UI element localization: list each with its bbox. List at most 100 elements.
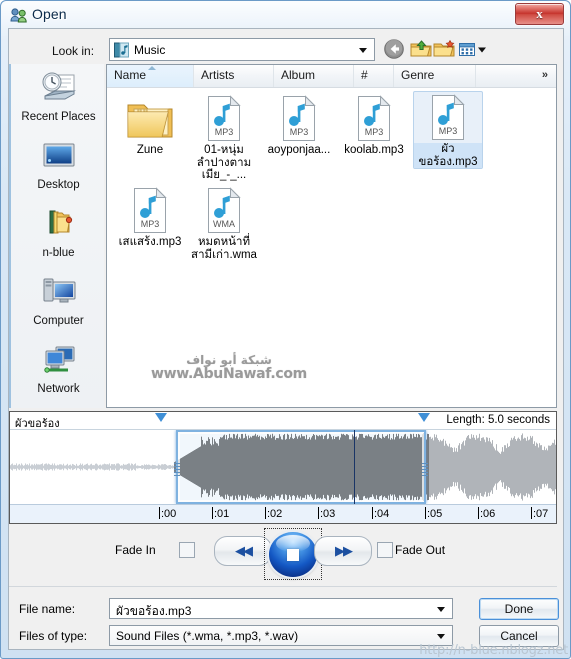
back-button[interactable] [382,37,406,61]
watermark-url: www.AbuNawaf.com [151,366,307,382]
column-header-row: Name Artists Album # Genre » [107,65,556,88]
list-item-file[interactable]: MP3 เสแสร้ง.mp3 [115,185,185,249]
chevron-double-right-icon: » [541,69,548,81]
column-header-label: Genre [401,68,435,82]
mp3-file-icon: MP3 [339,95,409,142]
list-item-file[interactable]: MP3 koolab.mp3 [339,93,409,157]
user-folder-icon [11,204,106,246]
desktop-icon [11,136,106,178]
svg-text:WMA: WMA [213,219,235,229]
list-item-file[interactable]: WMA หมดหน้าที่สามีเก่า.wma [189,185,259,261]
cancel-button[interactable]: Cancel [479,625,559,647]
fast-forward-button[interactable]: ▶▶ [314,536,372,566]
selection-left-handle[interactable] [174,463,180,477]
selection-start-marker[interactable] [155,413,167,422]
mp3-file-icon: MP3 [115,187,185,234]
file-list[interactable]: Name Artists Album # Genre » Zune MP3 01… [106,64,557,408]
list-item-label: 01-หนุ่มลำปางตามเมีย_-_... [196,144,252,181]
sidebar-item-recent-places[interactable]: Recent Places [11,68,106,123]
views-button[interactable] [456,37,488,61]
sort-ascending-icon [148,66,156,70]
rewind-icon: ◀◀ [235,543,253,558]
sidebar-item-computer[interactable]: Computer [11,272,106,327]
list-item-file-selected[interactable]: MP3 ผัวขอร้อง.mp3 [413,91,483,169]
users-icon [10,7,28,24]
fast-forward-icon: ▶▶ [335,543,353,558]
playhead[interactable] [354,430,355,504]
ruler-tick: :01 [212,507,230,520]
new-folder-button[interactable] [432,37,456,61]
selection-end-marker[interactable] [418,413,430,422]
column-header-more[interactable]: » [476,65,556,87]
close-icon: x [536,6,543,21]
watermark-arabic: شبكة أبو نواف [186,353,272,367]
fade-in-label: Fade In [115,543,156,557]
list-item-label: Zune [136,144,164,156]
sidebar-item-label: Desktop [37,179,80,191]
sidebar-item-n-blue[interactable]: n-blue [11,204,106,259]
timeline-ruler[interactable]: :00 :01 :02 :03 :04 :05 :06 :07 [10,504,556,523]
mp3-file-icon: MP3 [189,95,259,142]
transport-controls: Fade In ◀◀ ▶▶ Fade Out [9,528,557,585]
list-item-label: koolab.mp3 [344,144,404,156]
computer-icon [11,272,106,314]
svg-text:MP3: MP3 [439,126,458,136]
look-in-combobox[interactable]: Music [109,38,375,61]
svg-text:MP3: MP3 [365,127,384,137]
wma-file-icon: WMA [189,187,259,234]
column-header-label: # [361,68,368,82]
look-in-label: Look in: [52,44,95,58]
list-item-folder[interactable]: Zune [115,93,185,157]
file-name-input[interactable]: ผัวขอร้อง.mp3 [109,598,453,619]
stop-icon [287,549,299,561]
file-name-value: ผัวขอร้อง.mp3 [116,604,192,618]
title-bar: Open x [1,1,571,30]
mp3-file-icon: MP3 [264,95,334,142]
mp3-file-icon: MP3 [414,94,482,141]
ruler-tick: :00 [159,507,177,520]
up-one-level-button[interactable] [409,37,433,61]
waveform-panel: ผัวขอร้อง Length: 5.0 seconds :00 :01 :0… [9,411,557,524]
ruler-tick: :03 [318,507,336,520]
recent-places-icon [11,68,106,110]
list-item-label: aoyponjaa... [267,144,331,156]
chevron-down-icon [359,48,367,53]
files-of-type-select[interactable]: Sound Files (*.wma, *.mp3, *.wav) [109,625,453,646]
column-header-artists[interactable]: Artists [194,65,274,87]
sidebar-item-label: Computer [33,315,84,327]
list-item-file[interactable]: MP3 01-หนุ่มลำปางตามเมีย_-_... [189,93,259,182]
sidebar-item-label: n-blue [42,247,75,259]
sidebar-item-label: Recent Places [21,111,96,123]
waveform-selection[interactable] [174,430,428,504]
svg-text:MP3: MP3 [290,127,309,137]
sidebar-item-desktop[interactable]: Desktop [11,136,106,191]
done-button[interactable]: Done [479,598,559,620]
stop-button[interactable] [269,532,317,577]
column-header-number[interactable]: # [354,65,394,87]
list-item-label: เสแสร้ง.mp3 [118,236,182,248]
sidebar-item-label: Network [37,383,80,395]
files-of-type-value: Sound Files (*.wma, *.mp3, *.wav) [116,629,299,643]
fade-in-checkbox[interactable] [179,542,195,558]
places-sidebar: Recent Places Desktop n-blue Computer Ne… [9,64,104,408]
look-in-value: Music [134,43,166,57]
close-button[interactable]: x [515,3,564,25]
chevron-down-icon [437,607,445,612]
waveform-canvas[interactable] [10,430,556,504]
column-header-label: Name [114,68,147,82]
selection-right-handle[interactable] [422,463,428,477]
open-dialog-window: Open x Look in: Music Recent Places Desk… [0,0,571,659]
fade-out-checkbox[interactable] [377,542,393,558]
column-header-name[interactable]: Name [107,65,194,87]
svg-text:MP3: MP3 [215,127,234,137]
column-header-genre[interactable]: Genre [394,65,476,87]
site-watermark: شبكة أبو نواف www.AbuNawaf.com [129,353,329,381]
svg-text:MP3: MP3 [141,219,160,229]
list-item-file[interactable]: MP3 aoyponjaa... [264,93,334,157]
column-header-album[interactable]: Album [274,65,354,87]
sidebar-item-network[interactable]: Network [11,340,106,395]
ruler-tick: :04 [372,507,390,520]
column-header-label: Album [281,68,316,82]
ruler-tick: :06 [478,507,496,520]
music-folder-icon [114,42,129,58]
